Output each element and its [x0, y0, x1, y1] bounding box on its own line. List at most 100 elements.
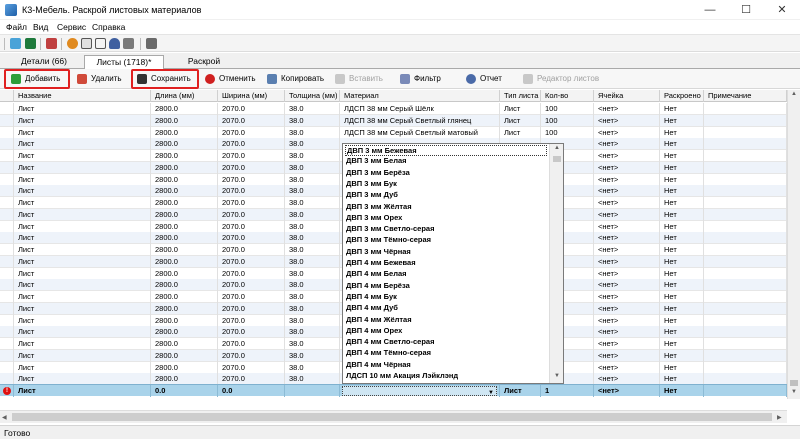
cell-cell[interactable]: <нет>	[594, 314, 660, 327]
cell-cell[interactable]: <нет>	[594, 114, 660, 127]
row-indicator[interactable]	[0, 197, 14, 209]
col-length[interactable]: Длина (мм)	[151, 90, 218, 102]
new-row-thickness[interactable]	[285, 385, 340, 397]
cell-thickness[interactable]: 38.0	[285, 302, 340, 315]
material-option[interactable]: ДВП 3 мм Тёмно-серая	[345, 235, 547, 246]
cell-width[interactable]: 2070.0	[218, 173, 285, 186]
material-option[interactable]: ДВП 3 мм Берёза	[345, 168, 547, 179]
scroll-down-icon[interactable]: ▼	[554, 373, 560, 379]
row-indicator[interactable]	[0, 349, 14, 362]
cell-cut[interactable]: Нет	[660, 138, 704, 151]
cell-cut[interactable]: Нет	[660, 255, 704, 268]
cell-width[interactable]: 2070.0	[218, 220, 285, 233]
cell-length[interactable]: 2800.0	[151, 338, 218, 350]
col-cut[interactable]: Раскроено	[660, 90, 704, 102]
row-indicator[interactable]	[0, 161, 14, 174]
col-quantity[interactable]: Кол-во	[541, 90, 594, 102]
tab-cutting[interactable]: Раскрой	[176, 55, 232, 69]
cell-name[interactable]: Лист	[14, 267, 151, 280]
cell-width[interactable]: 2070.0	[218, 150, 285, 162]
cell-name[interactable]: Лист	[14, 220, 151, 233]
cell-cut[interactable]: Нет	[660, 361, 704, 374]
row-indicator[interactable]	[0, 173, 14, 186]
cell-cut[interactable]: Нет	[660, 103, 704, 115]
cell-width[interactable]: 2070.0	[218, 126, 285, 139]
material-option[interactable]: ДВП 4 мм Тёмно-серая	[345, 348, 547, 359]
cell-note[interactable]	[704, 126, 787, 139]
cell-note[interactable]	[704, 302, 787, 315]
cell-note[interactable]	[704, 326, 787, 339]
vertical-scrollbar[interactable]: ▲ ▼	[787, 90, 800, 399]
material-option[interactable]: ДВП 4 мм Берёза	[345, 281, 547, 292]
cell-cut[interactable]: Нет	[660, 173, 704, 186]
scroll-up-icon[interactable]: ▲	[554, 145, 560, 151]
scroll-up-icon[interactable]: ▲	[791, 91, 797, 97]
maximize-button[interactable]: ☐	[728, 0, 764, 20]
row-indicator[interactable]	[0, 244, 14, 256]
cell-note[interactable]	[704, 173, 787, 186]
cell-cell[interactable]: <нет>	[594, 244, 660, 256]
material-option[interactable]: ДВП 3 мм Орех	[345, 213, 547, 224]
row-indicator[interactable]	[0, 208, 14, 221]
cell-cut[interactable]: Нет	[660, 338, 704, 350]
cell-note[interactable]	[704, 244, 787, 256]
minimize-button[interactable]: —	[692, 0, 728, 20]
cell-name[interactable]: Лист	[14, 185, 151, 198]
cell-cut[interactable]: Нет	[660, 185, 704, 198]
cell-length[interactable]: 2800.0	[151, 232, 218, 245]
cell-length[interactable]: 2800.0	[151, 150, 218, 162]
cell-width[interactable]: 2070.0	[218, 279, 285, 292]
cell-thickness[interactable]: 38.0	[285, 220, 340, 233]
close-button[interactable]: ✕	[764, 0, 800, 20]
cell-thickness[interactable]: 38.0	[285, 338, 340, 350]
material-option[interactable]: ДВП 3 мм Чёрная	[345, 247, 547, 258]
cell-thickness[interactable]: 38.0	[285, 185, 340, 198]
material-option[interactable]: ДВП 3 мм Жёлтая	[345, 202, 547, 213]
cell-name[interactable]: Лист	[14, 361, 151, 374]
cell-quantity[interactable]: 100	[541, 103, 594, 115]
horizontal-scrollbar[interactable]: ◀ ▶	[0, 410, 787, 423]
menu-file[interactable]: Файл	[6, 22, 27, 32]
cell-cell[interactable]: <нет>	[594, 267, 660, 280]
cell-cut[interactable]: Нет	[660, 150, 704, 162]
cell-width[interactable]: 2070.0	[218, 138, 285, 151]
material-option[interactable]: ДВП 3 мм Белая	[345, 156, 547, 167]
cell-width[interactable]: 2070.0	[218, 208, 285, 221]
paste-button[interactable]: Вставить	[332, 71, 388, 87]
cell-note[interactable]	[704, 150, 787, 162]
cell-length[interactable]: 2800.0	[151, 349, 218, 362]
cell-thickness[interactable]: 38.0	[285, 197, 340, 209]
col-width[interactable]: Ширина (мм)	[218, 90, 285, 102]
material-option[interactable]: ДВП 4 мм Чёрная	[345, 360, 547, 371]
cell-thickness[interactable]: 38.0	[285, 314, 340, 327]
material-option[interactable]: ДВП 3 мм Дуб	[345, 190, 547, 201]
document-icon[interactable]	[95, 38, 106, 49]
cell-name[interactable]: Лист	[14, 349, 151, 362]
row-indicator[interactable]	[0, 279, 14, 292]
cell-length[interactable]: 2800.0	[151, 244, 218, 256]
cell-cut[interactable]: Нет	[660, 220, 704, 233]
cell-cut[interactable]: Нет	[660, 349, 704, 362]
copy-button[interactable]: Копировать	[264, 71, 328, 87]
grid-icon[interactable]	[123, 38, 134, 49]
cell-cut[interactable]: Нет	[660, 114, 704, 127]
cell-width[interactable]: 2070.0	[218, 314, 285, 327]
cell-length[interactable]: 2800.0	[151, 220, 218, 233]
cell-name[interactable]: Лист	[14, 244, 151, 256]
material-option[interactable]: ДВП 4 мм Светло-серая	[345, 337, 547, 348]
cell-sheet-type[interactable]: Лист	[500, 126, 541, 139]
new-row-note[interactable]	[704, 385, 787, 397]
cell-cell[interactable]: <нет>	[594, 279, 660, 292]
user-icon[interactable]	[109, 38, 120, 49]
cell-note[interactable]	[704, 220, 787, 233]
cell-name[interactable]: Лист	[14, 338, 151, 350]
cell-width[interactable]: 2070.0	[218, 197, 285, 209]
cell-cell[interactable]: <нет>	[594, 349, 660, 362]
cell-note[interactable]	[704, 103, 787, 115]
cell-width[interactable]: 2070.0	[218, 338, 285, 350]
cell-cell[interactable]: <нет>	[594, 126, 660, 139]
cell-length[interactable]: 2800.0	[151, 126, 218, 139]
cell-cut[interactable]: Нет	[660, 232, 704, 245]
cell-length[interactable]: 2800.0	[151, 326, 218, 339]
cell-width[interactable]: 2070.0	[218, 114, 285, 127]
